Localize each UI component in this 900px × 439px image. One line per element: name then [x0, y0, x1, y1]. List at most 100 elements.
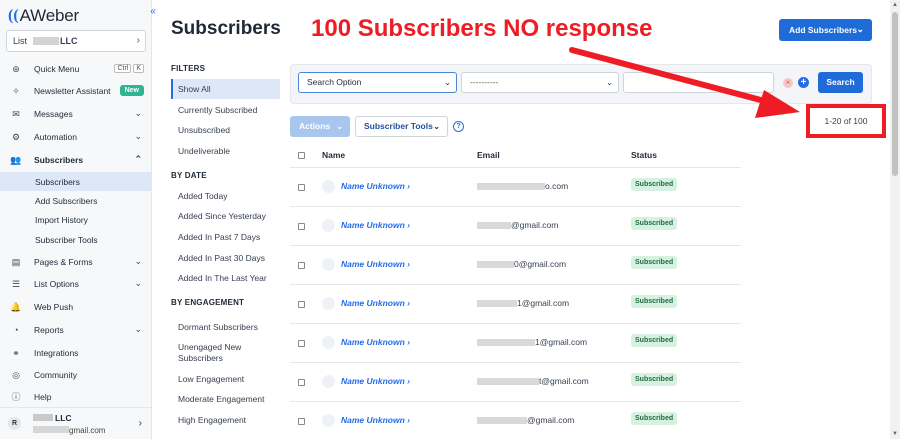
search-option-select[interactable]: Search Option ⌄ — [298, 72, 457, 93]
row-checkbox[interactable] — [298, 301, 305, 308]
filter-added-past-30-days[interactable]: Added In Past 30 Days — [171, 253, 280, 263]
nav-help[interactable]: ⓘ Help — [0, 386, 152, 407]
nav-automation[interactable]: ⚙ Automation ⌄ — [0, 126, 152, 147]
filter-unsubscribed[interactable]: Unsubscribed — [171, 125, 280, 135]
subscriber-name-link[interactable]: Name Unknown › — [341, 376, 410, 386]
remove-condition-icon[interactable]: × — [783, 78, 793, 88]
filter-show-all[interactable]: Show All — [171, 79, 280, 99]
nav-subscribers[interactable]: 👥 Subscribers ⌃ — [0, 149, 152, 170]
table-row[interactable]: Name Unknown › t@gmail.com Subscribed — [290, 363, 741, 402]
email-text: 1@gmail.com — [535, 337, 588, 347]
nav-community[interactable]: ◎ Community — [0, 364, 152, 385]
subscriber-name-link[interactable]: Name Unknown › — [341, 220, 410, 230]
filter-undeliverable[interactable]: Undeliverable — [171, 146, 280, 156]
filter-unengaged-new-subscribers[interactable]: Unengaged New Subscribers — [171, 342, 261, 364]
scrollbar-thumb[interactable] — [892, 12, 898, 176]
list-selector[interactable]: List LLC › — [6, 30, 146, 52]
logo-text: AWeber — [19, 6, 79, 25]
automation-icon: ⚙ — [11, 131, 21, 142]
help-circle-icon[interactable]: ? — [453, 121, 464, 132]
nav-quick-menu[interactable]: ⊛ Quick Menu Ctrl K — [0, 58, 152, 79]
row-checkbox[interactable] — [298, 223, 305, 230]
sparkle-icon: ✧ — [12, 85, 20, 96]
subscriber-tools-button[interactable]: Subscriber Tools ⌄ — [355, 116, 448, 137]
subnav-add-subscribers[interactable]: Add Subscribers — [0, 191, 152, 210]
nav-integrations[interactable]: ⚭ Integrations — [0, 342, 152, 363]
scroll-up-icon[interactable]: ▲ — [892, 2, 898, 8]
subscriber-email: @gmail.com — [477, 220, 558, 230]
chevron-down-icon: ⌄ — [134, 108, 142, 118]
annotation-text: 100 Subscribers NO response — [311, 15, 653, 42]
table-row[interactable]: Name Unknown › @gmail.com Subscribed — [290, 402, 741, 439]
row-checkbox[interactable] — [298, 379, 305, 386]
status-badge: Subscribed — [631, 412, 678, 425]
subscriber-name-link[interactable]: Name Unknown › — [341, 337, 410, 347]
avatar — [322, 219, 335, 232]
table-row[interactable]: Name Unknown › 1@gmail.com Subscribed — [290, 285, 741, 324]
table-row[interactable]: Name Unknown › 0@gmail.com Subscribed — [290, 246, 741, 285]
add-subscribers-label: Add Subscribers — [789, 25, 858, 35]
chart-icon: ◔ — [13, 324, 19, 335]
table-row[interactable]: Name Unknown › @gmail.com Subscribed — [290, 207, 741, 246]
filter-low-engagement[interactable]: Low Engagement — [171, 374, 280, 384]
actions-button[interactable]: Actions ⌄ — [290, 116, 350, 137]
table-row[interactable]: Name Unknown › 1@gmail.com Subscribed — [290, 324, 741, 363]
subnav-subscriber-tools[interactable]: Subscriber Tools — [0, 230, 152, 249]
subscriber-name: Name Unknown — [341, 181, 405, 191]
envelope-icon: ✉ — [12, 108, 20, 119]
nav-messages[interactable]: ✉ Messages ⌄ — [0, 103, 152, 124]
nav-label: Help — [34, 391, 52, 402]
nav-web-push[interactable]: 🔔 Web Push — [0, 296, 152, 317]
redacted-text — [33, 414, 53, 421]
chevron-right-icon: › — [138, 418, 142, 429]
nav-reports[interactable]: ◔ Reports ⌄ — [0, 319, 152, 340]
page-scrollbar[interactable]: ▲ ▼ — [890, 0, 900, 439]
aweber-logo[interactable]: (( AWeber — [8, 6, 79, 26]
filter-added-past-7-days[interactable]: Added In Past 7 Days — [171, 232, 280, 242]
search-option-value: Search Option — [307, 77, 362, 87]
chevron-down-icon: ⌄ — [134, 324, 142, 334]
avatar — [322, 297, 335, 310]
account-menu[interactable]: R LLC gmail.com › — [0, 407, 152, 439]
collapse-sidebar-button[interactable]: « — [147, 6, 159, 18]
table-row[interactable]: Name Unknown › o.com Subscribed — [290, 168, 741, 207]
search-operator-select[interactable]: ---------- ⌄ — [461, 72, 619, 93]
add-subscribers-button[interactable]: Add Subscribers ⌄ — [779, 19, 872, 41]
email-text: 0@gmail.com — [514, 259, 567, 269]
filter-currently-subscribed[interactable]: Currently Subscribed — [171, 105, 280, 115]
subscriber-name: Name Unknown — [341, 376, 405, 386]
search-operator-value: ---------- — [470, 77, 499, 87]
subscriber-name: Name Unknown — [341, 415, 405, 425]
filter-added-last-year[interactable]: Added In The Last Year — [171, 273, 280, 283]
search-value-input[interactable] — [623, 72, 774, 93]
filter-added-since-yesterday[interactable]: Added Since Yesterday — [171, 211, 280, 221]
add-condition-icon[interactable]: + — [798, 77, 809, 88]
row-checkbox[interactable] — [298, 418, 305, 425]
subnav-subscribers[interactable]: Subscribers — [0, 172, 152, 191]
filter-dormant-subscribers[interactable]: Dormant Subscribers — [171, 322, 280, 332]
nav-list-options[interactable]: ☰ List Options ⌄ — [0, 273, 152, 294]
subscriber-name-link[interactable]: Name Unknown › — [341, 181, 410, 191]
nav-pages-forms[interactable]: ▤ Pages & Forms ⌄ — [0, 251, 152, 272]
row-checkbox[interactable] — [298, 340, 305, 347]
subscriber-name-link[interactable]: Name Unknown › — [341, 298, 410, 308]
search-button[interactable]: Search — [818, 72, 863, 93]
subnav-import-history[interactable]: Import History — [0, 210, 152, 229]
row-checkbox[interactable] — [298, 184, 305, 191]
column-name[interactable]: Name — [322, 150, 345, 160]
filter-added-today[interactable]: Added Today — [171, 191, 280, 201]
row-checkbox[interactable] — [298, 262, 305, 269]
nav-newsletter-assistant[interactable]: ✧ Newsletter Assistant New — [0, 80, 152, 101]
filter-high-engagement[interactable]: High Engagement — [171, 415, 280, 425]
column-email[interactable]: Email — [477, 150, 500, 160]
page-title: Subscribers — [171, 18, 281, 39]
redacted-text — [477, 261, 514, 269]
subscriber-name-link[interactable]: Name Unknown › — [341, 415, 410, 425]
subscriber-name-link[interactable]: Name Unknown › — [341, 259, 410, 269]
column-status[interactable]: Status — [631, 150, 657, 160]
nav-label: Reports — [34, 324, 64, 335]
filter-moderate-engagement[interactable]: Moderate Engagement — [171, 394, 280, 404]
nav-label: Community — [34, 369, 77, 380]
select-all-checkbox[interactable] — [298, 152, 305, 159]
scroll-down-icon[interactable]: ▼ — [892, 431, 898, 437]
